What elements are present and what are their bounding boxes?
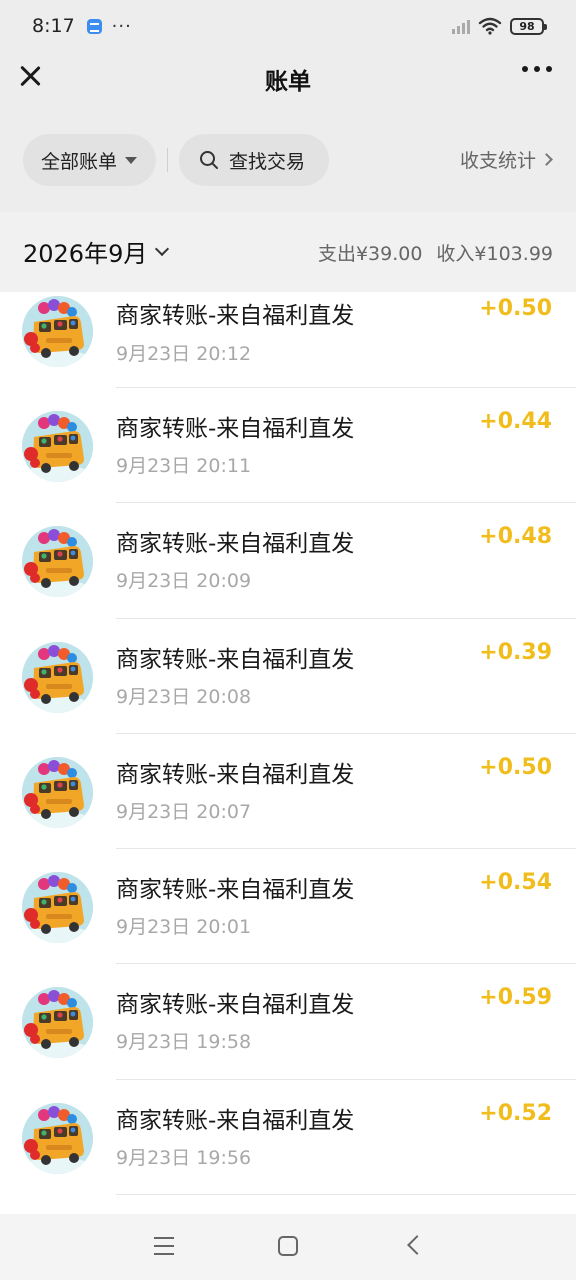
- filter-divider: [167, 148, 168, 172]
- transaction-title: 商家转账-来自福利直发: [116, 877, 355, 904]
- status-time: 8:17: [32, 15, 75, 37]
- transaction-row[interactable]: 商家转账-来自福利直发 9月23日 20:09 +0.48: [0, 503, 576, 619]
- transaction-row[interactable]: 商家转账-来自福利直发 9月23日 19:56 +0.52: [0, 1080, 576, 1196]
- system-navigation-bar: [0, 1214, 576, 1280]
- transaction-amount: +0.54: [479, 870, 552, 896]
- transaction-amount: +0.48: [479, 524, 552, 550]
- filter-bar: 全部账单 查找交易 收支统计: [0, 134, 576, 186]
- transaction-title: 商家转账-来自福利直发: [116, 992, 355, 1019]
- transaction-amount: +0.52: [479, 1100, 552, 1126]
- transaction-title: 商家转账-来自福利直发: [116, 416, 355, 442]
- back-icon[interactable]: [407, 1235, 427, 1255]
- stats-label: 收支统计: [459, 150, 536, 172]
- merchant-avatar: [22, 1102, 93, 1174]
- transaction-row[interactable]: 商家转账-来自福利直发 9月23日 20:11 +0.44: [0, 388, 576, 504]
- search-icon: [200, 151, 218, 169]
- month-selector[interactable]: 2026年9月: [23, 234, 170, 269]
- transaction-row[interactable]: 商家转账-来自福利直发 9月23日 20:12 +0.50: [0, 292, 576, 388]
- transaction-time: 9月23日 20:11: [116, 455, 252, 477]
- notification-app-icon: [86, 18, 102, 34]
- search-transactions-button[interactable]: 查找交易: [179, 134, 329, 186]
- transaction-amount: +0.44: [479, 409, 552, 434]
- income-expense-stats-link[interactable]: 收支统计: [459, 146, 553, 173]
- transaction-time: 9月23日 20:09: [116, 570, 252, 593]
- merchant-avatar: [22, 411, 93, 482]
- transaction-title: 商家转账-来自福利直发: [116, 303, 355, 329]
- status-bar: 8:17 ··· 98: [0, 0, 576, 52]
- month-totals: 支出¥39.00 收入¥103.99: [318, 239, 553, 266]
- battery-icon: 98: [510, 17, 547, 35]
- transaction-time: 9月23日 20:08: [116, 685, 252, 708]
- wifi-icon: [478, 17, 502, 35]
- merchant-avatar: [22, 296, 93, 367]
- transaction-title: 商家转账-来自福利直发: [116, 761, 355, 788]
- signal-icon: [452, 18, 470, 34]
- transaction-time: 9月23日 19:58: [116, 1031, 252, 1054]
- row-divider: [116, 1194, 576, 1196]
- all-bills-dropdown[interactable]: 全部账单: [23, 134, 156, 186]
- transaction-amount: +0.39: [479, 639, 552, 665]
- recent-apps-icon[interactable]: [154, 1237, 174, 1255]
- transaction-amount: +0.50: [479, 296, 552, 321]
- status-indicators: 98: [452, 17, 547, 35]
- transaction-amount: +0.50: [479, 754, 552, 780]
- page-title: 账单: [265, 69, 311, 95]
- merchant-avatar: [22, 756, 93, 828]
- transaction-row[interactable]: 商家转账-来自福利直发 9月23日 19:58 +0.59: [0, 964, 576, 1080]
- transaction-title: 商家转账-来自福利直发: [116, 531, 355, 558]
- merchant-avatar: [22, 526, 93, 598]
- more-icon[interactable]: [522, 66, 552, 72]
- caret-down-icon: [125, 156, 138, 164]
- home-icon[interactable]: [278, 1236, 298, 1256]
- merchant-avatar: [22, 641, 93, 713]
- month-summary-bar: 2026年9月 支出¥39.00 收入¥103.99: [0, 212, 576, 292]
- all-bills-label: 全部账单: [41, 150, 118, 173]
- chevron-down-icon: [155, 241, 170, 256]
- transaction-row[interactable]: 商家转账-来自福利直发 9月23日 20:01 +0.54: [0, 849, 576, 965]
- transaction-row[interactable]: 商家转账-来自福利直发 9月23日 20:08 +0.39: [0, 619, 576, 734]
- battery-level: 98: [519, 19, 535, 33]
- income-total: 收入¥103.99: [436, 243, 553, 265]
- merchant-avatar: [22, 987, 93, 1059]
- transaction-list: 商家转账-来自福利直发 9月23日 20:12 +0.50 商家转账-来自福利直发 9月…: [0, 292, 576, 1214]
- transaction-time: 9月23日 20:12: [116, 343, 252, 365]
- transaction-amount: +0.59: [479, 985, 552, 1011]
- month-label: 2026年9月: [23, 240, 148, 268]
- transaction-title: 商家转账-来自福利直发: [116, 1107, 355, 1134]
- transaction-row[interactable]: 商家转账-来自福利直发 9月23日 20:07 +0.50: [0, 734, 576, 850]
- transaction-time: 9月23日 19:56: [116, 1146, 252, 1169]
- chevron-right-icon: [540, 153, 553, 166]
- transaction-title: 商家转账-来自福利直发: [116, 646, 355, 673]
- transaction-time: 9月23日 20:07: [116, 800, 252, 823]
- merchant-avatar: [22, 872, 93, 944]
- more-notifications-icon: ···: [111, 15, 132, 37]
- transaction-time: 9月23日 20:01: [116, 916, 252, 939]
- search-label: 查找交易: [229, 150, 306, 173]
- navigation-bar: 账单: [0, 52, 576, 104]
- expense-total: 支出¥39.00: [317, 243, 423, 265]
